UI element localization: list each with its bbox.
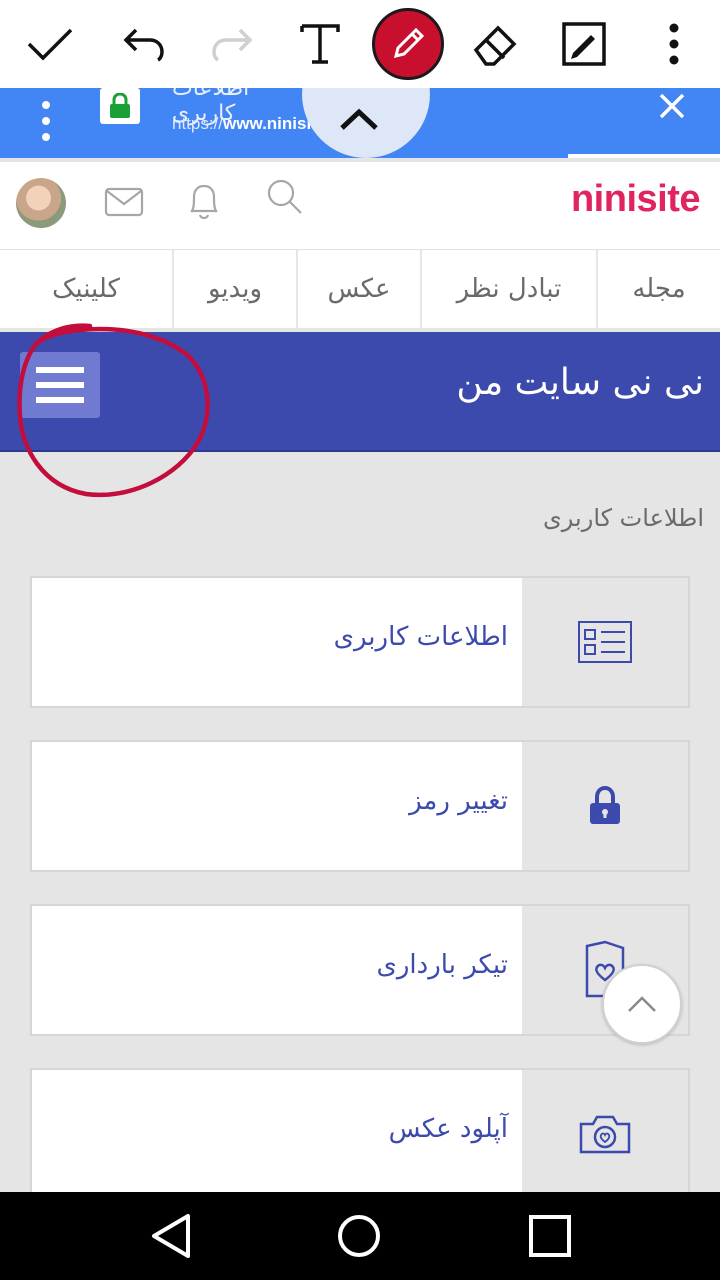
tab-video[interactable]: ویدیو [172, 250, 296, 328]
mail-icon[interactable] [102, 180, 146, 224]
back-icon[interactable] [140, 1206, 200, 1266]
menu-item-label: آپلود عکس [388, 1114, 508, 1144]
camera-icon [522, 1070, 688, 1198]
hamburger-menu-button[interactable] [20, 352, 100, 418]
menu-item-upload-photo[interactable]: آپلود عکس [30, 1068, 690, 1198]
pencil-tool-button[interactable] [372, 8, 444, 80]
undo-icon[interactable] [108, 8, 180, 80]
recents-icon[interactable] [520, 1206, 580, 1266]
lock-secure-icon [100, 88, 140, 124]
avatar[interactable] [16, 178, 66, 228]
chevron-up-icon [628, 996, 656, 1012]
category-tabs: مجله تبادل نظر عکس ویدیو کلینیک [0, 250, 720, 328]
section-label: اطلاعات کاربری [543, 504, 704, 532]
more-vertical-icon[interactable] [638, 8, 710, 80]
page-load-progress [568, 154, 720, 158]
menu-item-pregnancy-ticker[interactable]: تیکر بارداری [30, 904, 690, 1036]
id-card-icon [522, 578, 688, 706]
check-icon[interactable] [14, 8, 86, 80]
pencil-icon [372, 8, 444, 80]
menu-item-label: تغییر رمز [409, 786, 508, 816]
redo-icon[interactable] [196, 8, 268, 80]
bell-icon[interactable] [182, 180, 226, 224]
menu-item-label: اطلاعات کاربری [333, 622, 508, 652]
home-icon[interactable] [329, 1206, 389, 1266]
search-icon[interactable] [262, 174, 306, 218]
tab-magazine[interactable]: مجله [596, 250, 720, 328]
android-nav-bar [0, 1192, 720, 1280]
browser-menu-icon[interactable] [28, 88, 64, 154]
page-header: نی نی سایت من [0, 332, 720, 452]
menu-item-label: تیکر بارداری [376, 950, 508, 980]
lock-icon [522, 742, 688, 870]
annotation-toolbar [0, 0, 720, 88]
close-icon[interactable] [652, 88, 692, 124]
hamburger-line [36, 397, 84, 403]
crop-edit-icon[interactable] [548, 8, 620, 80]
hamburger-line [36, 367, 84, 373]
scroll-to-top-button[interactable] [602, 964, 682, 1044]
eraser-icon[interactable] [460, 8, 532, 80]
hamburger-line [36, 382, 84, 388]
menu-item-user-info[interactable]: اطلاعات کاربری [30, 576, 690, 708]
text-tool-icon[interactable] [284, 8, 356, 80]
site-logo[interactable]: ninisite [571, 178, 701, 221]
tab-forum[interactable]: تبادل نظر [420, 250, 596, 328]
tab-photo[interactable]: عکس [296, 250, 420, 328]
page-title: نی نی سایت من [456, 362, 704, 403]
chevron-up-icon[interactable] [336, 104, 382, 138]
site-header: ninisite [0, 162, 720, 250]
menu-item-change-password[interactable]: تغییر رمز [30, 740, 690, 872]
tab-clinic[interactable]: کلینیک [0, 250, 172, 328]
